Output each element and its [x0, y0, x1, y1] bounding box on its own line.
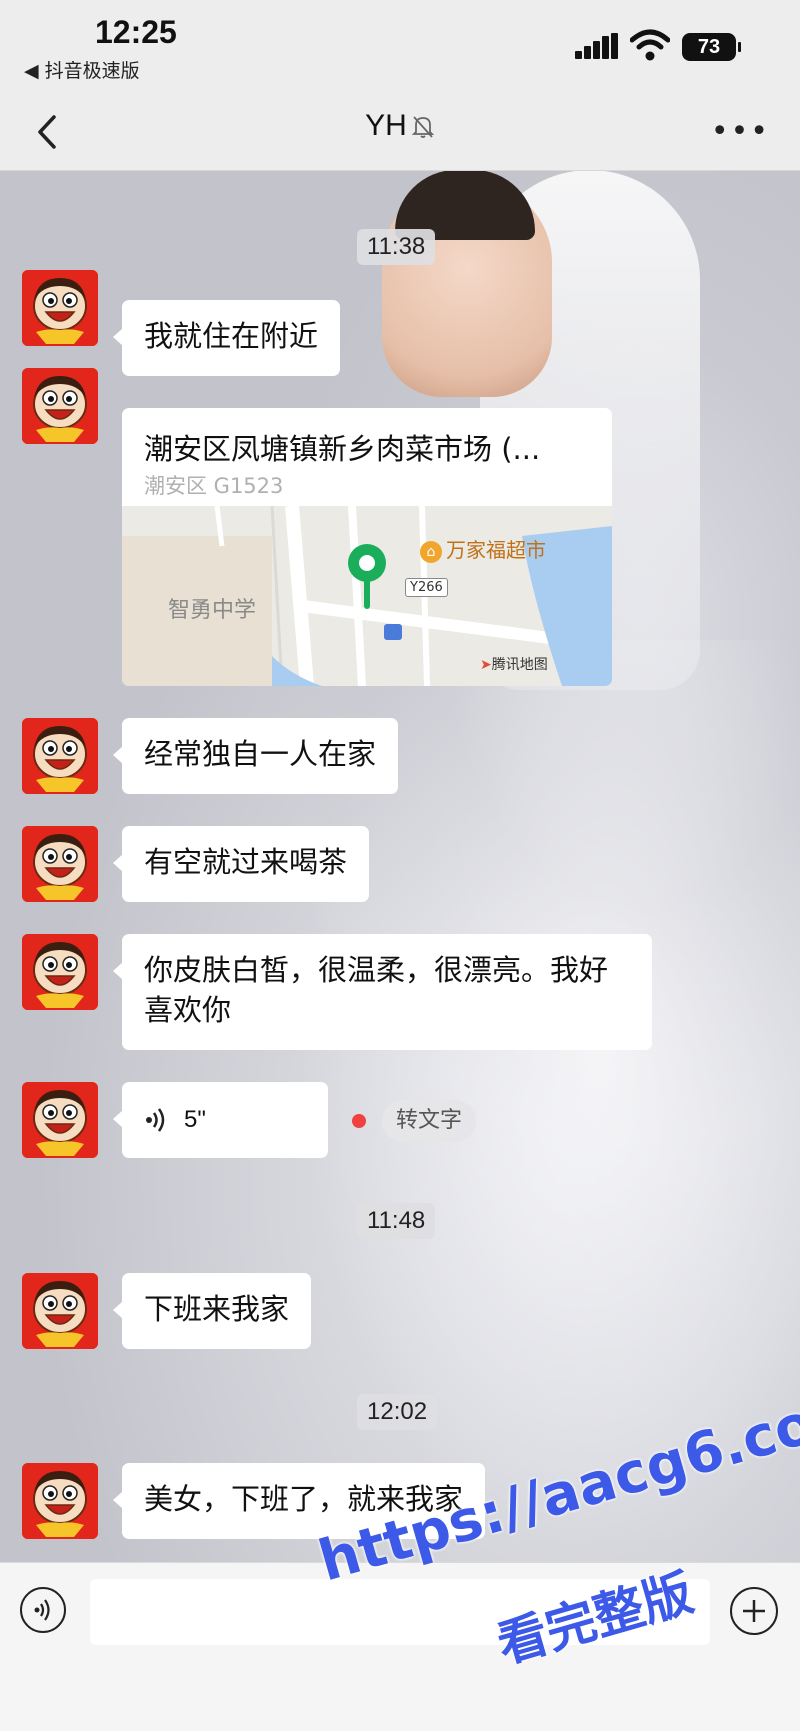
- timestamp: 11:38: [357, 229, 436, 265]
- map-pin-icon: [348, 544, 386, 609]
- status-time: 12:25: [95, 14, 177, 50]
- back-to-app-link[interactable]: ◀ 抖音极速版: [24, 56, 140, 83]
- message-bubble[interactable]: 经常独自一人在家: [112, 718, 399, 794]
- contact-avatar[interactable]: [22, 1463, 98, 1539]
- contact-avatar[interactable]: [22, 718, 98, 794]
- signal-icon: [575, 33, 618, 59]
- voice-wave-icon: [146, 1108, 165, 1132]
- chat-header: YH •••: [0, 95, 800, 171]
- map-poi-market: ⌂ 万家福超市: [420, 534, 546, 563]
- timestamp: 11:48: [357, 1203, 436, 1239]
- location-name: 潮安区凤塘镇新乡肉菜市场 (...: [144, 432, 541, 466]
- voice-message[interactable]: 5": [113, 1082, 328, 1158]
- map-provider-logo: ➤腾讯地图: [480, 657, 548, 673]
- contact-avatar[interactable]: [22, 1273, 98, 1349]
- location-address: 潮安区 G1523: [144, 474, 284, 498]
- convert-to-text-button[interactable]: 转文字: [382, 1100, 477, 1142]
- store-icon: ⌂: [420, 540, 442, 563]
- voice-input-button[interactable]: [20, 1587, 66, 1633]
- contact-avatar[interactable]: [22, 1082, 98, 1158]
- message-bubble[interactable]: 你皮肤白皙，很温柔，很漂亮。我好喜欢你: [113, 934, 652, 1050]
- timestamp: 12:02: [357, 1394, 438, 1430]
- location-message[interactable]: 潮安区凤塘镇新乡肉菜市场 (... 潮安区 G1523 ⌂ 万家福超市 智勇中学 …: [122, 408, 612, 686]
- contact-name: YH: [365, 109, 407, 142]
- more-actions-button[interactable]: [730, 1587, 778, 1635]
- map-poi-market-label: 万家福超市: [446, 538, 546, 562]
- map-provider-label: 腾讯地图: [491, 657, 548, 673]
- voice-duration: 5": [184, 1106, 206, 1133]
- message-bubble[interactable]: 下班来我家: [112, 1273, 312, 1349]
- message-bubble[interactable]: 我就住在附近: [112, 300, 341, 376]
- map-road-label: Y266: [405, 578, 448, 597]
- plus-icon: [743, 1600, 765, 1622]
- status-bar: 12:25 ◀ 抖音极速版 73: [0, 0, 800, 95]
- map-poi-school: 智勇中学: [168, 598, 257, 623]
- contact-avatar[interactable]: [22, 934, 98, 1010]
- voice-icon: [34, 1599, 50, 1621]
- battery-indicator: 73: [682, 33, 741, 61]
- more-options-button[interactable]: •••: [711, 117, 770, 147]
- map-preview[interactable]: ⌂ 万家福超市 智勇中学 Y266 ➤腾讯地图: [122, 505, 612, 686]
- contact-avatar[interactable]: [22, 826, 98, 902]
- mute-bell-icon: [411, 116, 435, 138]
- chat-title: YH: [0, 109, 800, 143]
- message-bubble[interactable]: 有空就过来喝茶: [112, 826, 370, 902]
- contact-avatar[interactable]: [22, 270, 98, 346]
- unread-dot: [352, 1114, 366, 1128]
- wifi-icon: [630, 29, 670, 61]
- contact-avatar[interactable]: [22, 368, 98, 444]
